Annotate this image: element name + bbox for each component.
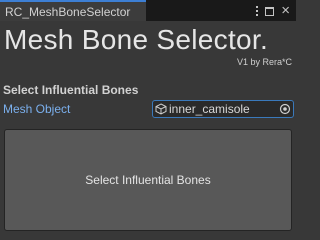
mesh-object-field[interactable]: inner_camisole: [152, 100, 294, 118]
close-icon[interactable]: ×: [281, 3, 290, 18]
tab-controls: ×: [256, 3, 290, 19]
tab-strip: RC_MeshBoneSelector ×: [0, 0, 296, 21]
maximize-icon[interactable]: [265, 6, 275, 16]
mesh-object-value: inner_camisole: [169, 102, 250, 116]
kebab-menu-icon[interactable]: [256, 6, 259, 16]
section-header: Select Influential Bones: [3, 83, 139, 97]
version-label: V1 by Rera*C: [236, 57, 292, 67]
mesh-cube-icon: [155, 103, 167, 115]
object-picker-icon[interactable]: [279, 103, 291, 115]
mesh-object-label: Mesh Object: [3, 102, 71, 116]
tab-title: RC_MeshBoneSelector: [5, 5, 131, 19]
page-title: Mesh Bone Selector.: [4, 24, 269, 55]
editor-window: RC_MeshBoneSelector × Mesh Bone Selector…: [0, 0, 296, 236]
window-tab[interactable]: RC_MeshBoneSelector: [0, 0, 146, 21]
select-influential-bones-label: Select Influential Bones: [85, 173, 211, 187]
select-influential-bones-button[interactable]: Select Influential Bones: [4, 129, 292, 231]
